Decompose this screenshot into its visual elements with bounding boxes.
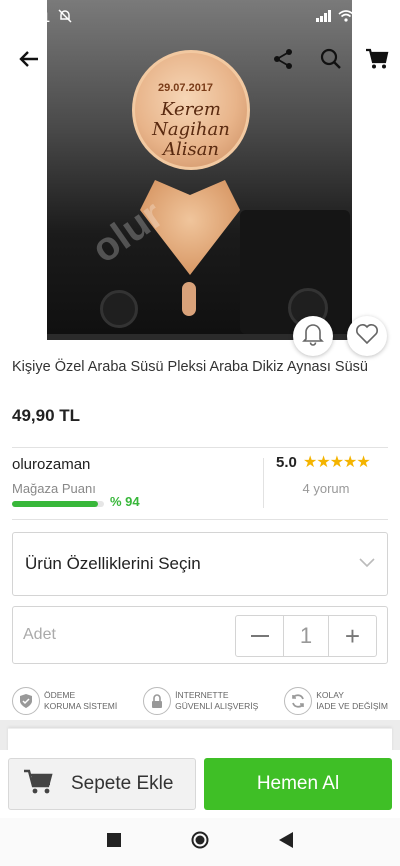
photo-knob xyxy=(100,290,138,328)
buy-now-button[interactable]: Hemen Al xyxy=(204,758,392,810)
cart-icon[interactable] xyxy=(360,42,394,76)
status-bar: 17:21 72 xyxy=(0,0,400,34)
status-time: 17:21 xyxy=(14,9,50,25)
shield-check-icon xyxy=(12,687,40,715)
vertical-divider xyxy=(263,458,264,508)
add-to-cart-button[interactable]: Sepete Ekle xyxy=(8,758,196,810)
quantity-label: Adet xyxy=(23,626,56,643)
rating-stars: ★★★★★ xyxy=(303,454,371,471)
heart-icon xyxy=(355,323,379,350)
feature-line1: ÖDEME xyxy=(44,690,76,700)
recents-icon[interactable] xyxy=(107,832,121,852)
increase-button[interactable]: + xyxy=(329,616,376,656)
quantity-stepper: 1 + xyxy=(235,615,377,657)
feature-line2: GÜVENLİ ALIŞVERİŞ xyxy=(175,701,259,711)
home-icon[interactable] xyxy=(191,831,209,854)
dnd-icon xyxy=(58,8,72,26)
feature-payment-protection: ÖDEME KORUMA SİSTEMİ xyxy=(12,684,117,718)
back-icon[interactable] xyxy=(279,831,293,853)
lock-icon xyxy=(143,687,172,715)
bell-icon xyxy=(302,322,324,351)
store-score-label: Mağaza Puanı xyxy=(12,481,96,496)
chevron-down-icon xyxy=(359,555,375,573)
seller-name[interactable]: olurozaman xyxy=(12,456,90,473)
rating-value: 5.0 xyxy=(276,454,297,471)
product-price: 49,90 TL xyxy=(12,406,81,425)
favorite-button[interactable] xyxy=(347,316,387,356)
review-count-link[interactable]: 4 yorum xyxy=(276,481,376,496)
divider xyxy=(12,519,388,520)
feature-secure-shopping: İNTERNETTE GÜVENLİ ALIŞVERİŞ xyxy=(143,684,258,718)
trust-badges: ÖDEME KORUMA SİSTEMİ İNTERNETTE GÜVENLİ … xyxy=(12,684,388,718)
system-nav-bar xyxy=(0,818,400,866)
product-title: Kişiye Özel Araba Süsü Pleksi Araba Diki… xyxy=(12,359,368,375)
back-arrow-icon[interactable] xyxy=(12,42,46,76)
select-label: Ürün Özelliklerini Seçin xyxy=(25,554,201,573)
quantity-value[interactable]: 1 xyxy=(283,616,329,656)
store-score-bar-fill xyxy=(12,501,99,507)
refresh-icon xyxy=(284,687,313,715)
search-icon[interactable] xyxy=(314,42,348,76)
battery-icon: 72 xyxy=(360,11,386,23)
store-score-percent: % 94 xyxy=(110,494,140,509)
feature-line1: İNTERNETTE xyxy=(175,690,229,700)
quantity-box: Adet 1 + xyxy=(12,606,388,664)
add-to-cart-label: Sepete Ekle xyxy=(71,773,174,794)
wifi-icon xyxy=(338,9,354,25)
decrease-button[interactable] xyxy=(236,616,283,656)
cart-icon xyxy=(23,769,53,800)
notify-bell-button[interactable] xyxy=(293,316,333,356)
feature-easy-return: KOLAY İADE VE DEĞİŞİM xyxy=(284,684,388,718)
feature-line1: KOLAY xyxy=(316,690,344,700)
feature-line2: İADE VE DEĞİŞİM xyxy=(316,701,388,711)
bottom-action-bar: Sepete Ekle Hemen Al xyxy=(0,750,400,818)
feature-line2: KORUMA SİSTEMİ xyxy=(44,701,118,711)
photo-bead xyxy=(182,282,196,316)
ornament-name: Kerem Nagihan Alisan xyxy=(152,99,230,160)
product-options-select[interactable]: Ürün Özelliklerini Seçin xyxy=(12,532,388,596)
divider xyxy=(12,447,388,448)
ornament-date: 29.07.2017 xyxy=(158,82,214,94)
signal-icon xyxy=(316,9,332,25)
share-icon[interactable] xyxy=(266,42,300,76)
